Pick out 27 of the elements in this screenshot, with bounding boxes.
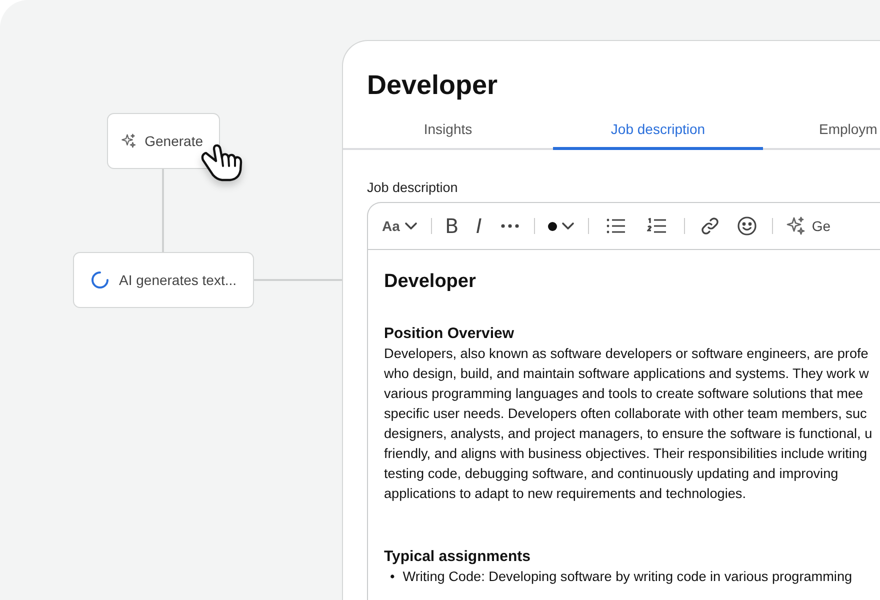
- rich-text-editor[interactable]: [367, 202, 880, 600]
- bullet-marker: •: [390, 568, 395, 586]
- tab[interactable]: Insights: [343, 121, 553, 150]
- bullet-item: Writing Code: Developing software by writing code in various programming: [402, 568, 852, 586]
- link-icon[interactable]: [700, 216, 720, 236]
- status-node: AI generates text...: [73, 252, 254, 308]
- emoji-icon[interactable]: [736, 216, 757, 236]
- tab[interactable]: Job description: [553, 121, 763, 150]
- page-title: Developer: [366, 69, 499, 101]
- font-size-dropdown[interactable]: Aa: [378, 211, 422, 241]
- more-icon[interactable]: [500, 224, 519, 228]
- section-heading: Typical assignments: [384, 547, 532, 567]
- italic-button[interactable]: I: [468, 211, 490, 241]
- spinner-icon: [91, 271, 109, 289]
- section-heading: Position Overview: [384, 324, 516, 344]
- numbered-list-icon[interactable]: [646, 218, 667, 234]
- sparkle-icon: [786, 216, 806, 236]
- document-title: Developer: [384, 270, 477, 294]
- field-label: Job description: [367, 180, 459, 195]
- sparkle-icon: [121, 131, 137, 151]
- ai-toolbar-button[interactable]: Ge: [782, 211, 835, 241]
- tab[interactable]: Employm: [763, 121, 880, 150]
- generate-node[interactable]: Generate: [107, 113, 220, 169]
- bullet-list-icon[interactable]: [606, 218, 626, 234]
- paragraph-text: Developers, also known as software developers or software engineers, are profe who design, build, and maintain software applications and systems. They work w various programming languages and tools to create software solutions that mee specific user needs. Developers often collaborate with other team members, suc designers, analysts, and project managers, to ensure the software is functional, u friendly, and aligns with business objectives. Their responsibilities include writing testing code, debugging software, and continuously updating and improving applications to adapt to new requirements and technologies.: [384, 345, 874, 503]
- dot-icon: [548, 222, 557, 230]
- bold-button[interactable]: B: [440, 211, 463, 241]
